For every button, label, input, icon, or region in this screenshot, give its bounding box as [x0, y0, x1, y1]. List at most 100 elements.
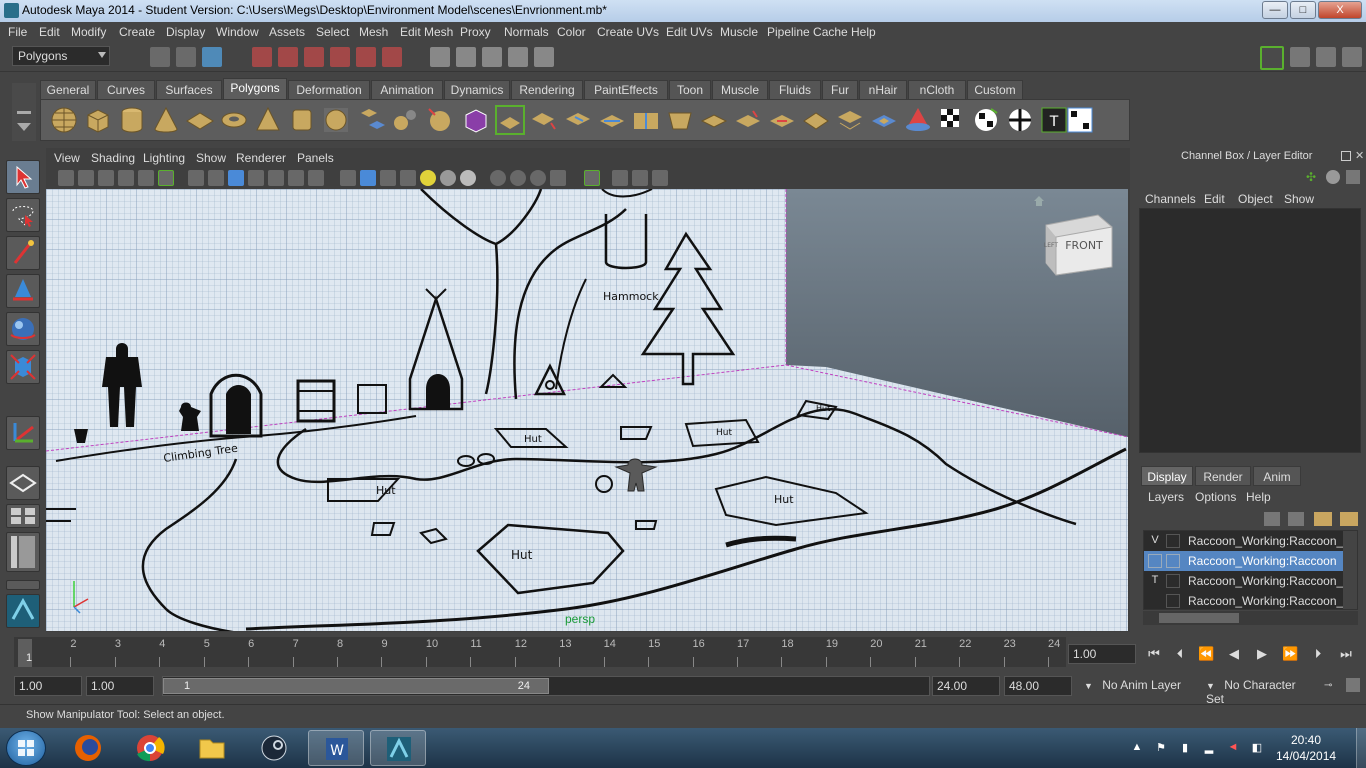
- make-live-icon[interactable]: [356, 47, 376, 67]
- paint-select-tool-icon[interactable]: [6, 236, 40, 270]
- offset-edge-loop-icon[interactable]: [699, 105, 729, 135]
- snap-curve-icon[interactable]: [278, 47, 298, 67]
- channels-menu[interactable]: Channels: [1145, 192, 1196, 206]
- layer-type-toggle[interactable]: [1166, 554, 1180, 568]
- shadows-icon[interactable]: [440, 170, 456, 186]
- layer-row[interactable]: Raccoon_Working:Raccoon_Try: [1144, 591, 1344, 609]
- action-center-icon[interactable]: ⚑: [1154, 741, 1168, 755]
- scale-tool-icon[interactable]: [6, 350, 40, 384]
- tab-animation[interactable]: Animation: [371, 80, 443, 99]
- layer-editor-toggle-icon[interactable]: [1342, 47, 1362, 67]
- gate-mask-icon[interactable]: [248, 170, 264, 186]
- panel-menu-view[interactable]: View: [54, 151, 80, 165]
- layer-type-toggle[interactable]: [1166, 594, 1180, 608]
- step-back-key-icon[interactable]: ⏪: [1198, 646, 1214, 662]
- poly-cone-icon[interactable]: [151, 105, 181, 135]
- layer-list-scrollbar[interactable]: [1343, 531, 1357, 609]
- safe-action-icon[interactable]: [288, 170, 304, 186]
- tab-ncloth[interactable]: nCloth: [908, 80, 966, 99]
- layer-visibility-toggle[interactable]: [1148, 554, 1162, 568]
- step-forward-key-icon[interactable]: ⏩: [1282, 646, 1298, 662]
- film-gate-icon[interactable]: [208, 170, 224, 186]
- sphere-mapping-icon[interactable]: [1005, 105, 1035, 135]
- poly-pyramid-icon[interactable]: [253, 105, 283, 135]
- character-set-dropdown[interactable]: ▼ No Character Set: [1200, 676, 1318, 706]
- tab-custom[interactable]: Custom: [967, 80, 1023, 99]
- shelf-menu-icon[interactable]: [17, 111, 31, 114]
- snap-view-plane-icon[interactable]: [330, 47, 350, 67]
- key-icon[interactable]: ⊸: [1324, 680, 1340, 692]
- go-to-start-icon[interactable]: ⏮: [1146, 646, 1162, 662]
- go-to-end-icon[interactable]: ⏭: [1338, 646, 1354, 662]
- network-icon[interactable]: ▂: [1202, 741, 1216, 755]
- layer-visibility-toggle[interactable]: [1148, 594, 1162, 608]
- taskbar-maya[interactable]: [370, 730, 426, 766]
- scrollbar-thumb[interactable]: [1159, 613, 1239, 623]
- insert-edge-loop-icon[interactable]: [631, 105, 661, 135]
- menu-mesh[interactable]: Mesh: [359, 25, 388, 39]
- options-menu[interactable]: Options: [1195, 490, 1236, 504]
- depth-of-field-icon[interactable]: [550, 170, 566, 186]
- poly-pipe-icon[interactable]: [287, 105, 317, 135]
- extract-icon[interactable]: [425, 105, 455, 135]
- menu-assets[interactable]: Assets: [269, 25, 305, 39]
- menu-set-dropdown[interactable]: Polygons: [12, 46, 110, 66]
- step-forward-frame-icon[interactable]: ⏵: [1310, 646, 1326, 662]
- panel-menu-panels[interactable]: Panels: [297, 151, 334, 165]
- textured-icon[interactable]: [400, 170, 416, 186]
- menu-select[interactable]: Select: [316, 25, 349, 39]
- layer-row-selected[interactable]: Raccoon_Working:Raccoon: [1144, 551, 1344, 571]
- field-chart-icon[interactable]: [268, 170, 284, 186]
- system-clock[interactable]: 20:40 14/04/2014: [1276, 733, 1336, 763]
- split-polygon-icon[interactable]: [597, 105, 627, 135]
- bookmark-icon[interactable]: [98, 170, 114, 186]
- 2d-pan-zoom-icon[interactable]: [158, 170, 174, 186]
- tab-nhair[interactable]: nHair: [859, 80, 907, 99]
- menu-modify[interactable]: Modify: [71, 25, 106, 39]
- select-hierarchy-icon[interactable]: [150, 47, 170, 67]
- poly-soccer-ball-icon[interactable]: [321, 105, 351, 135]
- menu-color[interactable]: Color: [557, 25, 586, 39]
- snap-grid-icon[interactable]: [252, 47, 272, 67]
- use-all-lights-icon[interactable]: [420, 170, 436, 186]
- menu-edit[interactable]: Edit: [39, 25, 60, 39]
- new-layer-icon[interactable]: [1264, 512, 1280, 526]
- render-current-frame-icon[interactable]: [456, 47, 476, 67]
- hypershade-icon[interactable]: [534, 47, 554, 67]
- render-view-icon[interactable]: [430, 47, 450, 67]
- show-hidden-icons[interactable]: ▲: [1130, 741, 1144, 755]
- channel-list[interactable]: [1139, 208, 1361, 453]
- layer-editor-icon[interactable]: [1346, 170, 1360, 184]
- taskbar-firefox[interactable]: [60, 730, 116, 766]
- menu-pipeline-cache[interactable]: Pipeline Cache: [767, 25, 848, 39]
- tab-muscle[interactable]: Muscle: [712, 80, 768, 99]
- extrude-icon[interactable]: [495, 105, 525, 135]
- panel-menu-renderer[interactable]: Renderer: [236, 151, 286, 165]
- tab-surfaces[interactable]: Surfaces: [156, 80, 222, 99]
- tab-anim-layers[interactable]: Anim: [1253, 466, 1301, 486]
- anim-layer-dropdown[interactable]: ▼ No Anim Layer: [1078, 676, 1194, 696]
- select-component-icon[interactable]: [202, 47, 222, 67]
- auto-mapping-icon[interactable]: [971, 105, 1001, 135]
- xray-active-icon[interactable]: [632, 170, 648, 186]
- taskbar-steam[interactable]: [246, 730, 302, 766]
- minimize-button[interactable]: —: [1262, 1, 1288, 19]
- move-up-icon[interactable]: [1314, 512, 1332, 526]
- playback-end-field[interactable]: 24.00: [932, 676, 1000, 696]
- menu-help[interactable]: Help: [851, 25, 876, 39]
- multisample-aa-icon[interactable]: [530, 170, 546, 186]
- layer-horizontal-scrollbar[interactable]: [1143, 611, 1358, 625]
- layer-visibility-toggle[interactable]: T: [1148, 574, 1162, 588]
- taskbar-chrome[interactable]: [122, 730, 178, 766]
- tab-painteffects[interactable]: PaintEffects: [584, 80, 668, 99]
- show-menu[interactable]: Show: [1284, 192, 1314, 206]
- layer-row[interactable]: T Raccoon_Working:Raccoon_Try: [1144, 571, 1344, 591]
- xray-icon[interactable]: [612, 170, 628, 186]
- separate-icon[interactable]: [391, 105, 421, 135]
- select-object-icon[interactable]: [176, 47, 196, 67]
- select-tool-icon[interactable]: [6, 160, 40, 194]
- range-slider[interactable]: 1 24: [162, 676, 930, 696]
- perspective-viewport[interactable]: Hammock Climbing Tree Hut Hut Hut Hut Hu…: [46, 189, 1128, 631]
- menu-create[interactable]: Create: [119, 25, 155, 39]
- object-menu[interactable]: Object: [1238, 192, 1273, 206]
